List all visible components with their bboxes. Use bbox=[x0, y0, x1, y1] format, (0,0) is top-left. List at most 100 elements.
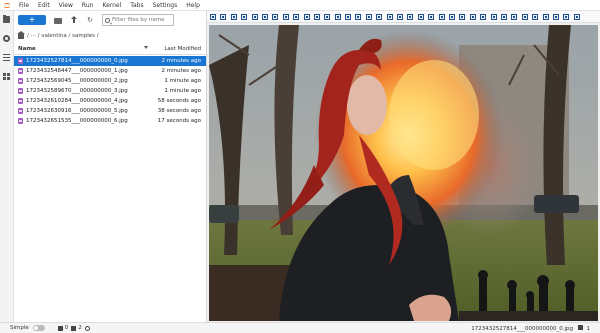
viewer-tool-icon[interactable] bbox=[428, 13, 435, 20]
viewer-tool-icon[interactable] bbox=[573, 13, 580, 20]
running-icon[interactable] bbox=[3, 35, 10, 42]
viewer-tool-icon[interactable] bbox=[272, 13, 279, 20]
viewer-tool-icon[interactable] bbox=[438, 13, 445, 20]
file-row[interactable]: 1723432548447___000000000_1.jpg 2 minute… bbox=[14, 66, 206, 76]
file-name: 1723432610284___000000000_4.jpg bbox=[26, 98, 128, 104]
upload-icon[interactable] bbox=[70, 16, 78, 24]
viewer-tool-icon[interactable] bbox=[293, 13, 300, 20]
status-bar: Simple 0 2 1723432527814___000000000_0.j… bbox=[0, 322, 600, 333]
viewer-tool-icon[interactable] bbox=[220, 13, 227, 20]
menu-edit[interactable]: Edit bbox=[38, 2, 50, 9]
terminal-count: 0 bbox=[64, 325, 69, 331]
viewer-tool-icon[interactable] bbox=[480, 13, 487, 20]
new-folder-icon[interactable] bbox=[54, 17, 62, 24]
image-display bbox=[209, 25, 598, 321]
status-filename: 1723432527814___000000000_0.jpg bbox=[471, 325, 573, 332]
file-row[interactable]: 1723432651535___000000000_6.jpg 17 secon… bbox=[14, 116, 206, 126]
image-file-icon bbox=[18, 68, 23, 74]
viewer-tool-icon[interactable] bbox=[355, 13, 362, 20]
viewer-tool-icon[interactable] bbox=[324, 13, 331, 20]
viewer-tool-icon[interactable] bbox=[251, 13, 258, 20]
viewer-tool-icon[interactable] bbox=[230, 13, 237, 20]
viewer-tool-icon[interactable] bbox=[469, 13, 476, 20]
simple-mode-toggle[interactable] bbox=[32, 325, 45, 331]
image-file-icon bbox=[18, 108, 23, 114]
menu-tabs[interactable]: Tabs bbox=[130, 2, 143, 9]
viewer-tool-icon[interactable] bbox=[448, 13, 455, 20]
viewer-tool-icon[interactable] bbox=[261, 13, 268, 20]
file-row[interactable]: 1723432630916___000000000_5.jpg 38 secon… bbox=[14, 106, 206, 116]
column-last-modified[interactable]: Last Modified bbox=[164, 46, 201, 52]
menu-bar: File Edit View Run Kernel Tabs Settings … bbox=[0, 0, 600, 11]
viewer-tool-icon[interactable] bbox=[334, 13, 341, 20]
file-modified: 2 minutes ago bbox=[161, 68, 202, 74]
viewer-tool-icon[interactable] bbox=[459, 13, 466, 20]
menu-file[interactable]: File bbox=[19, 2, 29, 9]
file-modified: 17 seconds ago bbox=[157, 118, 201, 124]
sort-arrow-icon bbox=[144, 46, 148, 49]
viewer-tool-icon[interactable] bbox=[210, 13, 216, 20]
menu-kernel[interactable]: Kernel bbox=[102, 2, 121, 9]
file-browser: + ↻ / ··· / valentina / samples / Name L… bbox=[14, 11, 207, 322]
column-name[interactable]: Name bbox=[18, 46, 36, 52]
kernel-count[interactable]: 0 2 bbox=[55, 325, 92, 331]
viewer-tool-icon[interactable] bbox=[552, 13, 559, 20]
viewer-tool-icon[interactable] bbox=[563, 13, 570, 20]
viewer-tool-icon[interactable] bbox=[500, 13, 507, 20]
file-modified: 1 minute ago bbox=[164, 78, 201, 84]
viewer-tool-icon[interactable] bbox=[490, 13, 497, 20]
notification-icon[interactable] bbox=[577, 324, 583, 330]
filter-files-input[interactable] bbox=[110, 16, 170, 24]
file-list-header: Name Last Modified bbox=[14, 44, 206, 55]
image-file-icon bbox=[18, 98, 23, 104]
file-name: 1723432651535___000000000_6.jpg bbox=[26, 118, 128, 124]
toc-icon[interactable] bbox=[3, 54, 10, 61]
menu-view[interactable]: View bbox=[59, 2, 73, 9]
file-browser-toolbar: + ↻ bbox=[14, 11, 206, 29]
viewer-tool-icon[interactable] bbox=[282, 13, 289, 20]
file-name: 1723432589670___000000000_3.jpg bbox=[26, 88, 128, 94]
file-row[interactable]: 1723432569045___000000000_2.jpg 1 minute… bbox=[14, 76, 206, 86]
viewer-tool-icon[interactable] bbox=[532, 13, 539, 20]
left-sidebar-rail bbox=[0, 11, 14, 322]
extension-icon[interactable] bbox=[3, 73, 10, 80]
viewer-tool-icon[interactable] bbox=[417, 13, 424, 20]
gear-icon bbox=[84, 325, 90, 331]
file-modified: 38 seconds ago bbox=[157, 108, 201, 114]
file-row[interactable]: 1723432589670___000000000_3.jpg 1 minute… bbox=[14, 86, 206, 96]
new-launcher-button[interactable]: + bbox=[18, 15, 46, 25]
viewer-tool-icon[interactable] bbox=[521, 13, 528, 20]
filter-files-field[interactable] bbox=[102, 14, 174, 26]
viewer-tool-icon[interactable] bbox=[345, 13, 352, 20]
file-name: 1723432630916___000000000_5.jpg bbox=[26, 108, 128, 114]
viewer-tool-icon[interactable] bbox=[241, 13, 248, 20]
kernel-icon bbox=[71, 325, 77, 331]
file-name: 1723432548447___000000000_1.jpg bbox=[26, 68, 128, 74]
file-name: 1723432527814___000000000_0.jpg bbox=[26, 58, 128, 64]
file-modified: 1 minute ago bbox=[164, 88, 201, 94]
kernel-count-value: 2 bbox=[78, 325, 82, 331]
viewer-tool-icon[interactable] bbox=[365, 13, 372, 20]
viewer-tool-icon[interactable] bbox=[511, 13, 518, 20]
file-modified: 58 seconds ago bbox=[157, 98, 201, 104]
breadcrumb-path[interactable]: / ··· / valentina / samples / bbox=[27, 33, 99, 39]
folder-icon[interactable] bbox=[3, 15, 10, 23]
viewer-tool-icon[interactable] bbox=[397, 13, 404, 20]
viewer-tool-icon[interactable] bbox=[303, 13, 310, 20]
viewer-tool-icon[interactable] bbox=[386, 13, 393, 20]
viewer-tool-icon[interactable] bbox=[542, 13, 549, 20]
viewer-tool-icon[interactable] bbox=[313, 13, 320, 20]
file-name: 1723432569045___000000000_2.jpg bbox=[26, 78, 128, 84]
file-row[interactable]: 1723432610284___000000000_4.jpg 58 secon… bbox=[14, 96, 206, 106]
viewer-tool-icon[interactable] bbox=[407, 13, 414, 20]
viewer-tool-icon[interactable] bbox=[376, 13, 383, 20]
search-icon bbox=[105, 17, 110, 23]
image-viewer-toolbar bbox=[207, 11, 600, 23]
refresh-icon[interactable]: ↻ bbox=[86, 16, 94, 24]
image-file-icon bbox=[18, 58, 23, 64]
menu-settings[interactable]: Settings bbox=[153, 2, 178, 9]
file-row[interactable]: 1723432527814___000000000_0.jpg 2 minute… bbox=[14, 56, 206, 66]
home-icon[interactable] bbox=[17, 30, 25, 39]
menu-run[interactable]: Run bbox=[82, 2, 94, 9]
menu-help[interactable]: Help bbox=[186, 2, 200, 9]
